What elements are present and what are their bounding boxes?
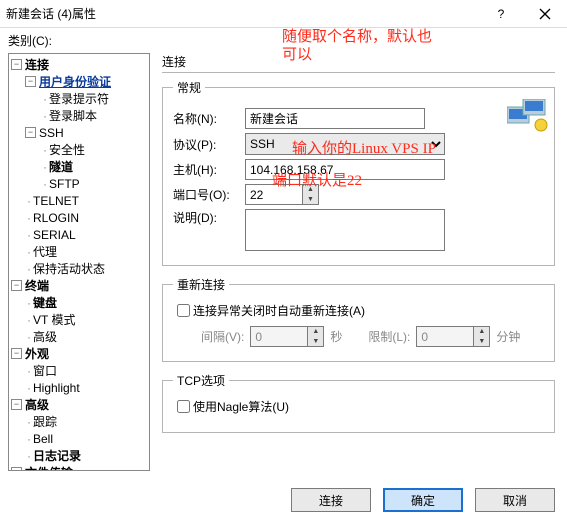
interval-spinner: ▲▼: [308, 326, 324, 347]
cancel-button[interactable]: 取消: [475, 488, 555, 512]
ok-button[interactable]: 确定: [383, 488, 463, 512]
tree-item-sftp[interactable]: ·SFTP: [9, 175, 149, 192]
limit-label: 限制(L):: [368, 328, 410, 345]
tree-item-keepalive[interactable]: ·保持活动状态: [9, 260, 149, 277]
tree-item-adv-term[interactable]: ·高级: [9, 328, 149, 345]
tcp-group: TCP选项 使用Nagle算法(U): [162, 372, 555, 433]
tree-item-rlogin[interactable]: ·RLOGIN: [9, 209, 149, 226]
help-button[interactable]: ?: [479, 0, 523, 28]
close-icon: [539, 8, 551, 20]
tcp-legend: TCP选项: [173, 372, 229, 389]
limit-stepper: ▲▼: [416, 326, 490, 347]
seconds-label: 秒: [330, 328, 342, 345]
reconnect-legend: 重新连接: [173, 276, 229, 293]
interval-stepper: ▲▼: [250, 326, 324, 347]
tree-item-terminal[interactable]: −终端: [9, 277, 149, 294]
titlebar: 新建会话 (4)属性 ?: [0, 0, 567, 28]
tree-item-vt-mode[interactable]: ·VT 模式: [9, 311, 149, 328]
name-label: 名称(N):: [173, 110, 245, 127]
nagle-label: 使用Nagle算法(U): [193, 398, 289, 415]
limit-input: [416, 326, 474, 347]
reconnect-group: 重新连接 连接异常关闭时自动重新连接(A) 间隔(V): ▲▼ 秒 限制(L):…: [162, 276, 555, 362]
dialog-buttons: 连接 确定 取消: [291, 488, 555, 512]
window-title: 新建会话 (4)属性: [6, 5, 96, 22]
general-group: 常规 名称(N): 协议(P): SSH 主机(H): 端口号(O): ▲▼: [162, 79, 555, 266]
tree-item-user-auth[interactable]: −用户身份验证: [9, 73, 149, 90]
general-legend: 常规: [173, 79, 205, 96]
port-input[interactable]: [245, 184, 303, 205]
close-button[interactable]: [523, 0, 567, 28]
protocol-select[interactable]: SSH: [245, 133, 445, 155]
computers-icon: [507, 99, 549, 136]
tree-item-bell[interactable]: ·Bell: [9, 430, 149, 447]
port-label: 端口号(O):: [173, 186, 245, 203]
tree-item-advanced[interactable]: −高级: [9, 396, 149, 413]
tree-item-trace[interactable]: ·跟踪: [9, 413, 149, 430]
desc-label: 说明(D):: [173, 209, 245, 226]
port-stepper[interactable]: ▲▼: [245, 184, 319, 205]
tree-item-tunnel[interactable]: ·隧道: [9, 158, 149, 175]
tree-item-file-transfer[interactable]: −文件传输: [9, 464, 149, 471]
nagle-checkbox[interactable]: [177, 400, 190, 413]
limit-spinner: ▲▼: [474, 326, 490, 347]
main-panel: 连接 常规 名称(N): 协议(P): SSH 主机(H): 端口号(O):: [152, 51, 567, 471]
port-spinner[interactable]: ▲▼: [303, 184, 319, 205]
tree-item-appearance[interactable]: −外观: [9, 345, 149, 362]
reconnect-checkbox[interactable]: [177, 304, 190, 317]
tree-item-telnet[interactable]: ·TELNET: [9, 192, 149, 209]
tree-item-highlight[interactable]: ·Highlight: [9, 379, 149, 396]
interval-label: 间隔(V):: [201, 328, 244, 345]
connection-panel: 连接: [162, 53, 555, 73]
connection-legend: 连接: [162, 53, 555, 73]
host-label: 主机(H):: [173, 161, 245, 178]
tree-item-ssh[interactable]: −SSH: [9, 124, 149, 141]
tree-item-keyboard[interactable]: ·键盘: [9, 294, 149, 311]
connect-button[interactable]: 连接: [291, 488, 371, 512]
name-input[interactable]: [245, 108, 425, 129]
tree-item-logging[interactable]: ·日志记录: [9, 447, 149, 464]
tree-item-connection[interactable]: −连接: [9, 56, 149, 73]
tree-item-security[interactable]: ·安全性: [9, 141, 149, 158]
tree-item-login-script[interactable]: ·登录脚本: [9, 107, 149, 124]
tree-item-login-prompt[interactable]: ·登录提示符: [9, 90, 149, 107]
reconnect-checkbox-label: 连接异常关闭时自动重新连接(A): [193, 302, 365, 319]
protocol-label: 协议(P):: [173, 136, 245, 153]
host-input[interactable]: [245, 159, 445, 180]
interval-input: [250, 326, 308, 347]
desc-input[interactable]: [245, 209, 445, 251]
tree-item-window[interactable]: ·窗口: [9, 362, 149, 379]
tree-item-serial[interactable]: ·SERIAL: [9, 226, 149, 243]
category-label: 类别(C):: [0, 28, 567, 51]
category-tree[interactable]: −连接 −用户身份验证 ·登录提示符 ·登录脚本 −SSH ·安全性 ·隧道 ·…: [8, 53, 150, 471]
tree-item-proxy[interactable]: ·代理: [9, 243, 149, 260]
minutes-label: 分钟: [496, 328, 520, 345]
